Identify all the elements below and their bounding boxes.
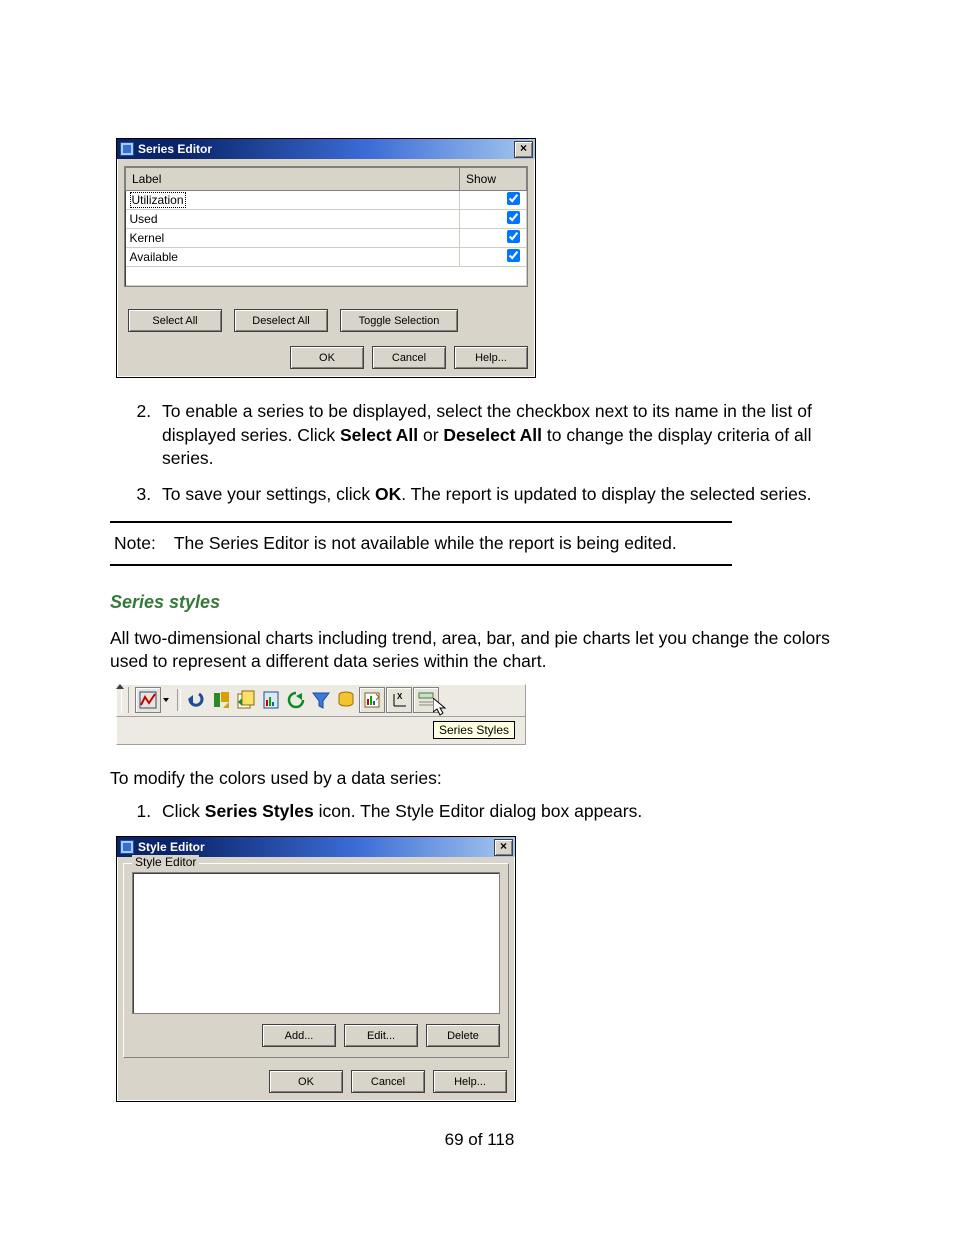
app-icon <box>120 840 134 854</box>
toggle-selection-button[interactable]: Toggle Selection <box>340 309 458 332</box>
close-icon[interactable]: × <box>514 141 533 158</box>
ok-button[interactable]: OK <box>269 1070 343 1093</box>
help-button[interactable]: Help... <box>433 1070 507 1093</box>
series-styles-icon[interactable] <box>359 687 385 713</box>
series-show-checkbox[interactable] <box>507 249 520 262</box>
database-icon[interactable] <box>334 688 358 712</box>
add-button[interactable]: Add... <box>262 1024 336 1047</box>
style-editor-titlebar[interactable]: Style Editor × <box>117 837 515 857</box>
edit-icon[interactable] <box>209 688 233 712</box>
deselect-all-button[interactable]: Deselect All <box>234 309 328 332</box>
undo-icon[interactable] <box>184 688 208 712</box>
svg-text:X: X <box>397 692 403 701</box>
step-item: To save your settings, click OK. The rep… <box>156 483 849 507</box>
note-label: Note: <box>114 533 156 554</box>
note-block: Note: The Series Editor is not available… <box>110 521 732 566</box>
help-button[interactable]: Help... <box>454 346 528 369</box>
style-editor-title: Style Editor <box>138 840 494 854</box>
select-all-button[interactable]: Select All <box>128 309 222 332</box>
style-editor-dialog: Style Editor × Style Editor Add... Edit.… <box>116 836 516 1102</box>
series-editor-titlebar[interactable]: Series Editor × <box>117 139 535 159</box>
legend-icon[interactable] <box>413 687 439 713</box>
section-header-series-styles: Series styles <box>110 592 849 613</box>
series-show-checkbox[interactable] <box>507 211 520 224</box>
tooltip-series-styles: Series Styles <box>433 721 515 739</box>
close-icon[interactable]: × <box>494 839 513 856</box>
style-editor-groupbox: Style Editor Add... Edit... Delete <box>123 863 509 1058</box>
table-row[interactable]: Used <box>126 210 527 229</box>
axis-icon[interactable]: X <box>386 687 412 713</box>
table-row[interactable]: Kernel <box>126 229 527 248</box>
toolbar-separator <box>177 689 181 711</box>
ok-button[interactable]: OK <box>290 346 364 369</box>
edit-button[interactable]: Edit... <box>344 1024 418 1047</box>
step-item: To enable a series to be displayed, sele… <box>156 400 849 471</box>
toolbar-grip[interactable] <box>121 687 129 713</box>
chart-type-icon[interactable] <box>135 687 161 713</box>
steps-list: Click Series Styles icon. The Style Edit… <box>110 800 849 824</box>
series-editor-dialog: Series Editor × Label Show <box>116 138 536 378</box>
report-icon[interactable] <box>259 688 283 712</box>
series-label: Used <box>126 210 460 229</box>
page-number: 69 of 118 <box>110 1130 849 1150</box>
column-header-label[interactable]: Label <box>126 168 460 191</box>
series-label: Utilization <box>130 192 186 208</box>
paragraph: To modify the colors used by a data seri… <box>110 767 849 791</box>
step-item: Click Series Styles icon. The Style Edit… <box>156 800 849 824</box>
cancel-button[interactable]: Cancel <box>372 346 446 369</box>
steps-list: To enable a series to be displayed, sele… <box>110 400 849 507</box>
app-icon <box>120 142 134 156</box>
table-row[interactable]: Available <box>126 248 527 267</box>
delete-button[interactable]: Delete <box>426 1024 500 1047</box>
table-row[interactable]: Utilization <box>126 191 527 210</box>
series-label: Kernel <box>126 229 460 248</box>
series-editor-title: Series Editor <box>138 142 514 156</box>
series-show-checkbox[interactable] <box>507 230 520 243</box>
note-text: The Series Editor is not available while… <box>174 533 677 554</box>
cancel-button[interactable]: Cancel <box>351 1070 425 1093</box>
filter-icon[interactable] <box>309 688 333 712</box>
refresh-icon[interactable] <box>284 688 308 712</box>
series-show-checkbox[interactable] <box>507 192 520 205</box>
export-icon[interactable] <box>234 688 258 712</box>
series-grid[interactable]: Label Show Utilization Used <box>124 166 528 287</box>
paragraph: All two-dimensional charts including tre… <box>110 627 849 674</box>
series-label: Available <box>126 248 460 267</box>
chart-type-dropdown-icon[interactable] <box>162 688 170 712</box>
groupbox-legend: Style Editor <box>132 855 199 869</box>
toolbar-screenshot: X Series Styles <box>116 684 528 745</box>
column-header-show[interactable]: Show <box>460 168 527 191</box>
styles-listbox[interactable] <box>132 872 500 1014</box>
